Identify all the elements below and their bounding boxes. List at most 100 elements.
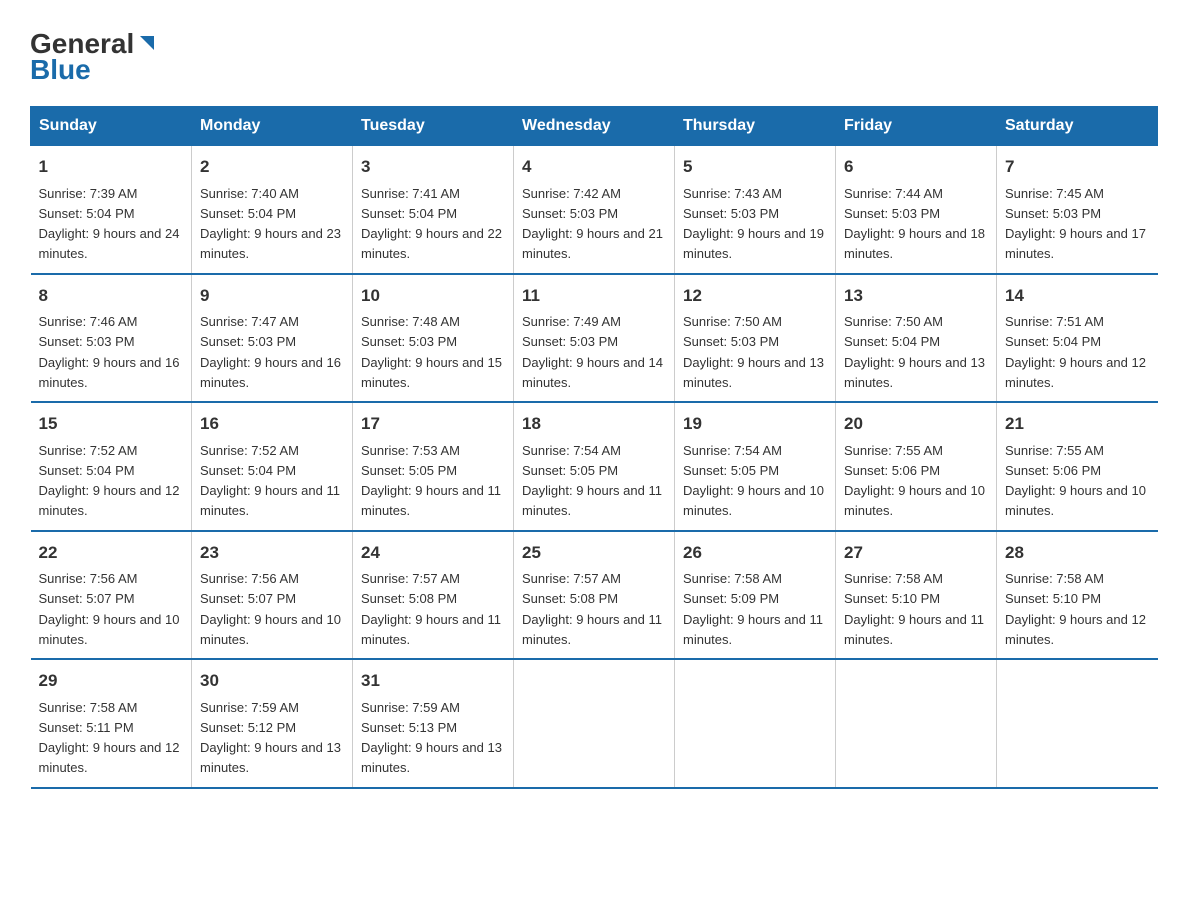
day-info: Sunrise: 7:54 AMSunset: 5:05 PMDaylight:… bbox=[683, 443, 824, 519]
day-number: 15 bbox=[39, 411, 184, 437]
logo-blue-text: Blue bbox=[30, 54, 91, 86]
calendar-header-thursday: Thursday bbox=[675, 107, 836, 146]
day-number: 22 bbox=[39, 540, 184, 566]
day-number: 29 bbox=[39, 668, 184, 694]
calendar-cell: 19 Sunrise: 7:54 AMSunset: 5:05 PMDaylig… bbox=[675, 402, 836, 531]
day-info: Sunrise: 7:55 AMSunset: 5:06 PMDaylight:… bbox=[1005, 443, 1146, 519]
day-number: 1 bbox=[39, 154, 184, 180]
day-info: Sunrise: 7:58 AMSunset: 5:09 PMDaylight:… bbox=[683, 571, 823, 647]
calendar-table: SundayMondayTuesdayWednesdayThursdayFrid… bbox=[30, 106, 1158, 789]
calendar-header-sunday: Sunday bbox=[31, 107, 192, 146]
day-info: Sunrise: 7:55 AMSunset: 5:06 PMDaylight:… bbox=[844, 443, 985, 519]
calendar-header-row: SundayMondayTuesdayWednesdayThursdayFrid… bbox=[31, 107, 1158, 146]
day-number: 25 bbox=[522, 540, 666, 566]
day-number: 5 bbox=[683, 154, 827, 180]
day-number: 30 bbox=[200, 668, 344, 694]
calendar-cell: 26 Sunrise: 7:58 AMSunset: 5:09 PMDaylig… bbox=[675, 531, 836, 660]
calendar-header-tuesday: Tuesday bbox=[353, 107, 514, 146]
day-info: Sunrise: 7:50 AMSunset: 5:04 PMDaylight:… bbox=[844, 314, 985, 390]
day-info: Sunrise: 7:46 AMSunset: 5:03 PMDaylight:… bbox=[39, 314, 180, 390]
day-number: 20 bbox=[844, 411, 988, 437]
day-number: 26 bbox=[683, 540, 827, 566]
day-number: 13 bbox=[844, 283, 988, 309]
day-number: 16 bbox=[200, 411, 344, 437]
day-number: 27 bbox=[844, 540, 988, 566]
calendar-week-row: 8 Sunrise: 7:46 AMSunset: 5:03 PMDayligh… bbox=[31, 274, 1158, 403]
day-info: Sunrise: 7:54 AMSunset: 5:05 PMDaylight:… bbox=[522, 443, 662, 519]
day-info: Sunrise: 7:47 AMSunset: 5:03 PMDaylight:… bbox=[200, 314, 341, 390]
day-number: 17 bbox=[361, 411, 505, 437]
day-info: Sunrise: 7:39 AMSunset: 5:04 PMDaylight:… bbox=[39, 186, 180, 262]
day-number: 7 bbox=[1005, 154, 1150, 180]
logo-triangle-icon bbox=[136, 34, 154, 52]
day-info: Sunrise: 7:51 AMSunset: 5:04 PMDaylight:… bbox=[1005, 314, 1146, 390]
calendar-cell: 5 Sunrise: 7:43 AMSunset: 5:03 PMDayligh… bbox=[675, 146, 836, 274]
calendar-header-monday: Monday bbox=[192, 107, 353, 146]
day-number: 4 bbox=[522, 154, 666, 180]
day-info: Sunrise: 7:57 AMSunset: 5:08 PMDaylight:… bbox=[522, 571, 662, 647]
day-number: 21 bbox=[1005, 411, 1150, 437]
day-info: Sunrise: 7:53 AMSunset: 5:05 PMDaylight:… bbox=[361, 443, 501, 519]
calendar-cell: 27 Sunrise: 7:58 AMSunset: 5:10 PMDaylig… bbox=[836, 531, 997, 660]
calendar-cell: 9 Sunrise: 7:47 AMSunset: 5:03 PMDayligh… bbox=[192, 274, 353, 403]
calendar-cell: 29 Sunrise: 7:58 AMSunset: 5:11 PMDaylig… bbox=[31, 659, 192, 788]
day-info: Sunrise: 7:41 AMSunset: 5:04 PMDaylight:… bbox=[361, 186, 502, 262]
day-info: Sunrise: 7:52 AMSunset: 5:04 PMDaylight:… bbox=[200, 443, 340, 519]
calendar-header-friday: Friday bbox=[836, 107, 997, 146]
calendar-cell: 21 Sunrise: 7:55 AMSunset: 5:06 PMDaylig… bbox=[997, 402, 1158, 531]
day-number: 11 bbox=[522, 283, 666, 309]
day-info: Sunrise: 7:49 AMSunset: 5:03 PMDaylight:… bbox=[522, 314, 663, 390]
day-number: 8 bbox=[39, 283, 184, 309]
day-info: Sunrise: 7:43 AMSunset: 5:03 PMDaylight:… bbox=[683, 186, 824, 262]
day-number: 12 bbox=[683, 283, 827, 309]
calendar-cell: 23 Sunrise: 7:56 AMSunset: 5:07 PMDaylig… bbox=[192, 531, 353, 660]
day-number: 6 bbox=[844, 154, 988, 180]
day-info: Sunrise: 7:42 AMSunset: 5:03 PMDaylight:… bbox=[522, 186, 663, 262]
calendar-cell: 30 Sunrise: 7:59 AMSunset: 5:12 PMDaylig… bbox=[192, 659, 353, 788]
day-number: 14 bbox=[1005, 283, 1150, 309]
calendar-cell bbox=[836, 659, 997, 788]
calendar-cell: 8 Sunrise: 7:46 AMSunset: 5:03 PMDayligh… bbox=[31, 274, 192, 403]
day-number: 10 bbox=[361, 283, 505, 309]
calendar-cell bbox=[514, 659, 675, 788]
day-number: 23 bbox=[200, 540, 344, 566]
day-number: 19 bbox=[683, 411, 827, 437]
day-info: Sunrise: 7:59 AMSunset: 5:12 PMDaylight:… bbox=[200, 700, 341, 776]
calendar-cell bbox=[675, 659, 836, 788]
calendar-header-saturday: Saturday bbox=[997, 107, 1158, 146]
calendar-cell: 16 Sunrise: 7:52 AMSunset: 5:04 PMDaylig… bbox=[192, 402, 353, 531]
logo: General Blue bbox=[30, 30, 154, 86]
day-info: Sunrise: 7:58 AMSunset: 5:11 PMDaylight:… bbox=[39, 700, 180, 776]
calendar-cell: 2 Sunrise: 7:40 AMSunset: 5:04 PMDayligh… bbox=[192, 146, 353, 274]
calendar-week-row: 22 Sunrise: 7:56 AMSunset: 5:07 PMDaylig… bbox=[31, 531, 1158, 660]
day-info: Sunrise: 7:57 AMSunset: 5:08 PMDaylight:… bbox=[361, 571, 501, 647]
calendar-week-row: 29 Sunrise: 7:58 AMSunset: 5:11 PMDaylig… bbox=[31, 659, 1158, 788]
calendar-cell bbox=[997, 659, 1158, 788]
calendar-week-row: 15 Sunrise: 7:52 AMSunset: 5:04 PMDaylig… bbox=[31, 402, 1158, 531]
day-number: 28 bbox=[1005, 540, 1150, 566]
day-info: Sunrise: 7:50 AMSunset: 5:03 PMDaylight:… bbox=[683, 314, 824, 390]
calendar-cell: 28 Sunrise: 7:58 AMSunset: 5:10 PMDaylig… bbox=[997, 531, 1158, 660]
calendar-header-wednesday: Wednesday bbox=[514, 107, 675, 146]
calendar-cell: 18 Sunrise: 7:54 AMSunset: 5:05 PMDaylig… bbox=[514, 402, 675, 531]
calendar-cell: 14 Sunrise: 7:51 AMSunset: 5:04 PMDaylig… bbox=[997, 274, 1158, 403]
calendar-cell: 3 Sunrise: 7:41 AMSunset: 5:04 PMDayligh… bbox=[353, 146, 514, 274]
calendar-cell: 11 Sunrise: 7:49 AMSunset: 5:03 PMDaylig… bbox=[514, 274, 675, 403]
day-number: 9 bbox=[200, 283, 344, 309]
day-info: Sunrise: 7:48 AMSunset: 5:03 PMDaylight:… bbox=[361, 314, 502, 390]
calendar-cell: 6 Sunrise: 7:44 AMSunset: 5:03 PMDayligh… bbox=[836, 146, 997, 274]
day-number: 3 bbox=[361, 154, 505, 180]
day-number: 18 bbox=[522, 411, 666, 437]
day-info: Sunrise: 7:44 AMSunset: 5:03 PMDaylight:… bbox=[844, 186, 985, 262]
day-info: Sunrise: 7:56 AMSunset: 5:07 PMDaylight:… bbox=[200, 571, 341, 647]
day-number: 24 bbox=[361, 540, 505, 566]
calendar-cell: 12 Sunrise: 7:50 AMSunset: 5:03 PMDaylig… bbox=[675, 274, 836, 403]
day-info: Sunrise: 7:52 AMSunset: 5:04 PMDaylight:… bbox=[39, 443, 180, 519]
calendar-cell: 7 Sunrise: 7:45 AMSunset: 5:03 PMDayligh… bbox=[997, 146, 1158, 274]
calendar-week-row: 1 Sunrise: 7:39 AMSunset: 5:04 PMDayligh… bbox=[31, 146, 1158, 274]
day-info: Sunrise: 7:40 AMSunset: 5:04 PMDaylight:… bbox=[200, 186, 341, 262]
calendar-cell: 24 Sunrise: 7:57 AMSunset: 5:08 PMDaylig… bbox=[353, 531, 514, 660]
calendar-cell: 15 Sunrise: 7:52 AMSunset: 5:04 PMDaylig… bbox=[31, 402, 192, 531]
day-info: Sunrise: 7:58 AMSunset: 5:10 PMDaylight:… bbox=[844, 571, 984, 647]
calendar-cell: 4 Sunrise: 7:42 AMSunset: 5:03 PMDayligh… bbox=[514, 146, 675, 274]
